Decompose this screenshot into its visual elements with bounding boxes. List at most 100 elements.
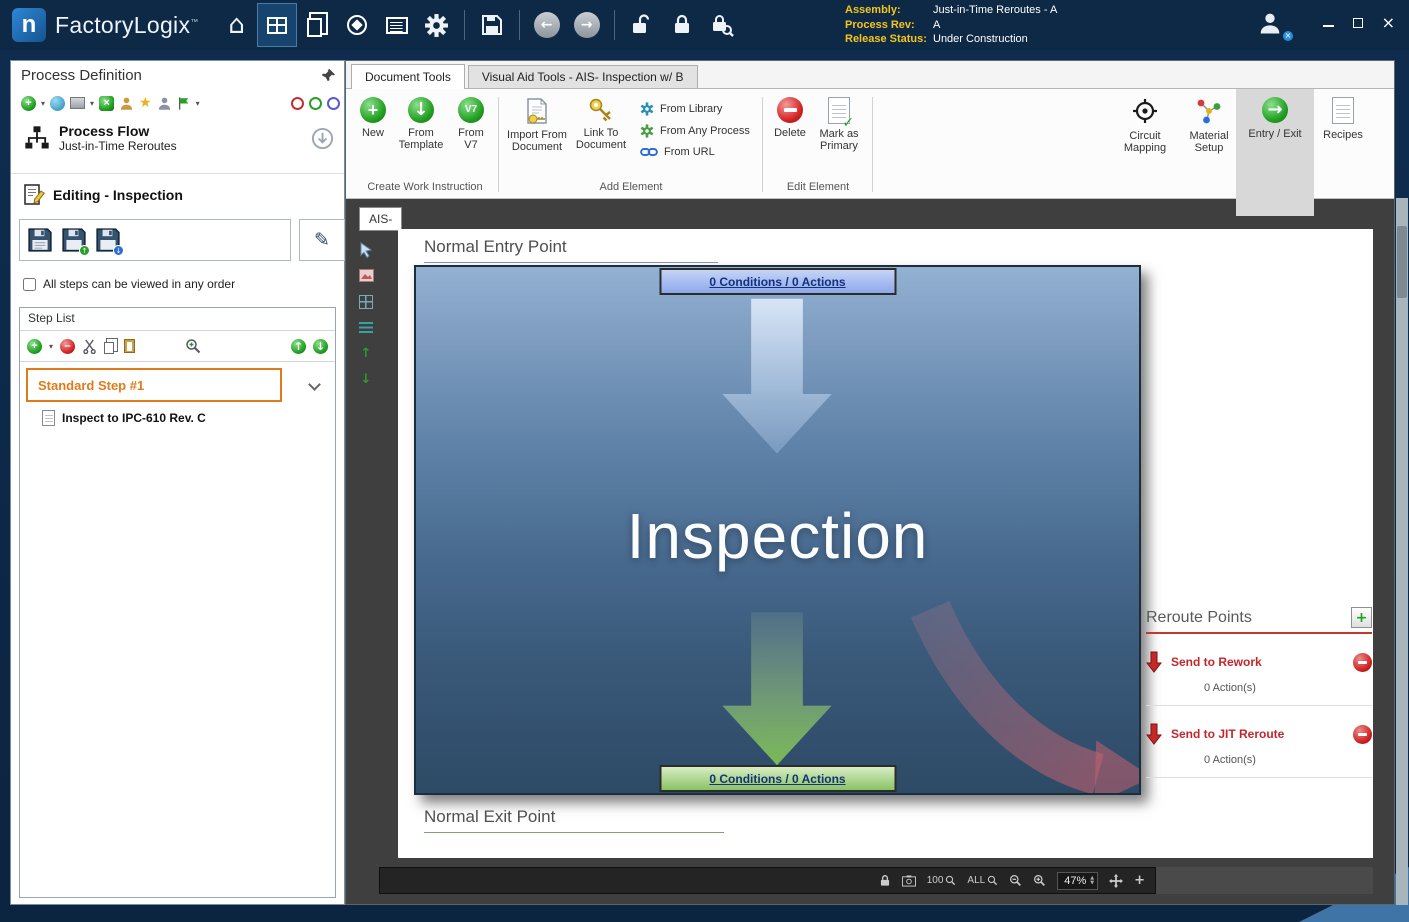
save-export-button[interactable]: ↓ xyxy=(95,227,121,253)
vertical-scrollbar[interactable] xyxy=(1396,198,1408,905)
remove-step-icon[interactable]: – xyxy=(60,339,75,354)
print-icon[interactable] xyxy=(70,97,85,109)
lock-view-icon[interactable] xyxy=(879,874,891,888)
from-library-button[interactable]: From Library xyxy=(640,102,750,116)
save-document-button[interactable] xyxy=(27,227,53,253)
reroute-label[interactable]: Send to Rework xyxy=(1171,655,1344,669)
zoom-in-icon[interactable] xyxy=(1033,874,1046,887)
exit-conditions-link[interactable]: 0 Conditions / 0 Actions xyxy=(659,765,896,792)
zoom-plus-icon[interactable]: + xyxy=(1134,873,1145,888)
pin-icon[interactable] xyxy=(321,68,336,83)
recipes-button[interactable]: Recipes xyxy=(1314,97,1372,141)
reroute-actions[interactable]: 0 Action(s) xyxy=(1204,754,1372,766)
add-step-icon[interactable]: + xyxy=(27,339,42,354)
step-list-item-selected[interactable]: Standard Step #1 xyxy=(26,368,282,402)
move-up-tool-icon[interactable]: ↑ xyxy=(358,345,375,362)
edit-step-button[interactable]: ✎ xyxy=(299,219,345,261)
zoom-out-icon[interactable] xyxy=(1009,874,1022,887)
add-reroute-button[interactable]: + xyxy=(1351,607,1372,628)
go-ring-icon[interactable] xyxy=(309,97,322,110)
save-button[interactable] xyxy=(472,3,512,47)
person-icon[interactable] xyxy=(157,96,172,111)
entry-conditions-link[interactable]: 0 Conditions / 0 Actions xyxy=(659,268,896,295)
canvas-toolstrip: ↑ ↓ xyxy=(352,241,380,388)
close-button[interactable]: × xyxy=(1382,17,1395,29)
paste-icon[interactable] xyxy=(124,339,135,353)
pan-icon[interactable] xyxy=(1109,874,1123,888)
tab-visual-aid-tools[interactable]: Visual Aid Tools - AIS- Inspection w/ B xyxy=(468,65,698,88)
move-step-up-icon[interactable]: ↑ xyxy=(291,339,306,354)
reroute-underline xyxy=(1146,632,1372,634)
zoom-level-spinner[interactable]: 47% ▲▼ xyxy=(1057,872,1098,890)
process-flow-row[interactable]: Process Flow Just-in-Time Reroutes xyxy=(23,123,334,153)
from-any-process-button[interactable]: From Any Process xyxy=(640,124,750,138)
step-chevron-icon[interactable] xyxy=(308,378,321,391)
zoom-spinner-arrows[interactable]: ▲▼ xyxy=(1090,876,1094,886)
navigator-button[interactable] xyxy=(337,3,377,47)
minimize-button[interactable] xyxy=(1323,19,1334,27)
any-order-checkbox[interactable] xyxy=(23,278,36,291)
home-button[interactable]: ⌂ xyxy=(217,3,257,47)
from-v7-button[interactable]: V7 From V7 xyxy=(450,92,492,151)
scrollbar-thumb[interactable] xyxy=(1397,226,1407,298)
add-icon[interactable]: + xyxy=(21,96,36,111)
lock-button[interactable] xyxy=(662,3,702,47)
collapse-circle-icon[interactable] xyxy=(311,127,334,150)
document-tab[interactable]: AIS- xyxy=(359,207,402,231)
back-button[interactable]: ← xyxy=(527,3,567,47)
step-list-child-item[interactable]: Inspect to IPC-610 Rev. C xyxy=(42,410,206,426)
star-icon[interactable]: ★ xyxy=(139,95,152,111)
unlock-button[interactable] xyxy=(622,3,662,47)
inspection-step-node[interactable]: 0 Conditions / 0 Actions Inspection 0 Co… xyxy=(414,265,1141,795)
world-icon[interactable] xyxy=(50,96,65,111)
move-step-down-icon[interactable]: ↓ xyxy=(313,339,328,354)
process-planning-button[interactable] xyxy=(257,3,297,47)
mark-as-primary-button[interactable]: ✓ Mark as Primary xyxy=(812,92,866,152)
delete-button[interactable]: Delete xyxy=(768,92,812,139)
forward-button[interactable]: → xyxy=(567,3,607,47)
assign-icon[interactable]: × xyxy=(99,96,114,111)
find-step-icon[interactable] xyxy=(185,338,201,354)
reroute-actions[interactable]: 0 Action(s) xyxy=(1204,682,1372,694)
zoom-100-button[interactable]: 100 xyxy=(927,875,957,886)
move-down-tool-icon[interactable]: ↓ xyxy=(358,371,375,388)
save-import-button[interactable]: ↑ xyxy=(61,227,87,253)
remove-reroute-button[interactable] xyxy=(1353,725,1372,744)
reroute-arrow-icon xyxy=(1146,723,1162,745)
add-step-dropdown-icon[interactable]: ▾ xyxy=(49,342,53,351)
snapshot-icon[interactable] xyxy=(902,875,916,887)
record-ring-icon[interactable] xyxy=(327,97,340,110)
print-dropdown-icon[interactable]: ▾ xyxy=(90,99,94,108)
reports-button[interactable] xyxy=(377,3,417,47)
flag-dropdown-icon[interactable]: ▾ xyxy=(196,99,200,108)
select-tool-icon[interactable] xyxy=(358,241,375,258)
reroute-label[interactable]: Send to JIT Reroute xyxy=(1171,727,1344,741)
cut-icon[interactable] xyxy=(82,339,97,354)
documents-button[interactable] xyxy=(297,3,337,47)
flag-icon[interactable] xyxy=(177,96,191,111)
exit-underline xyxy=(424,832,724,833)
new-button[interactable]: + New xyxy=(354,92,392,139)
tab-document-tools[interactable]: Document Tools xyxy=(351,64,465,89)
maximize-button[interactable] xyxy=(1353,18,1363,28)
operator-icon[interactable] xyxy=(119,96,134,111)
image-tool-icon[interactable] xyxy=(358,267,375,284)
entry-exit-button[interactable]: → Entry / Exit xyxy=(1242,97,1308,140)
circuit-mapping-button[interactable]: Circuit Mapping xyxy=(1112,97,1178,154)
material-setup-button[interactable]: Material Setup xyxy=(1180,97,1238,154)
stop-ring-icon[interactable] xyxy=(291,97,304,110)
user-button[interactable]: × xyxy=(1256,9,1296,41)
add-dropdown-icon[interactable]: ▾ xyxy=(41,99,45,108)
link-to-document-button[interactable]: Link To Document xyxy=(570,92,632,151)
from-url-button[interactable]: From URL xyxy=(640,146,750,158)
step-title: Inspection xyxy=(416,499,1139,573)
grid-tool-icon[interactable] xyxy=(358,293,375,310)
audit-search-button[interactable] xyxy=(702,3,742,47)
import-from-document-button[interactable]: Import From Document xyxy=(504,92,570,153)
remove-reroute-button[interactable] xyxy=(1353,653,1372,672)
align-tool-icon[interactable] xyxy=(358,319,375,336)
settings-button[interactable] xyxy=(417,3,457,47)
copy-icon[interactable] xyxy=(104,342,114,354)
from-template-button[interactable]: ↓ From Template xyxy=(392,92,450,151)
zoom-all-button[interactable]: ALL xyxy=(967,875,998,886)
